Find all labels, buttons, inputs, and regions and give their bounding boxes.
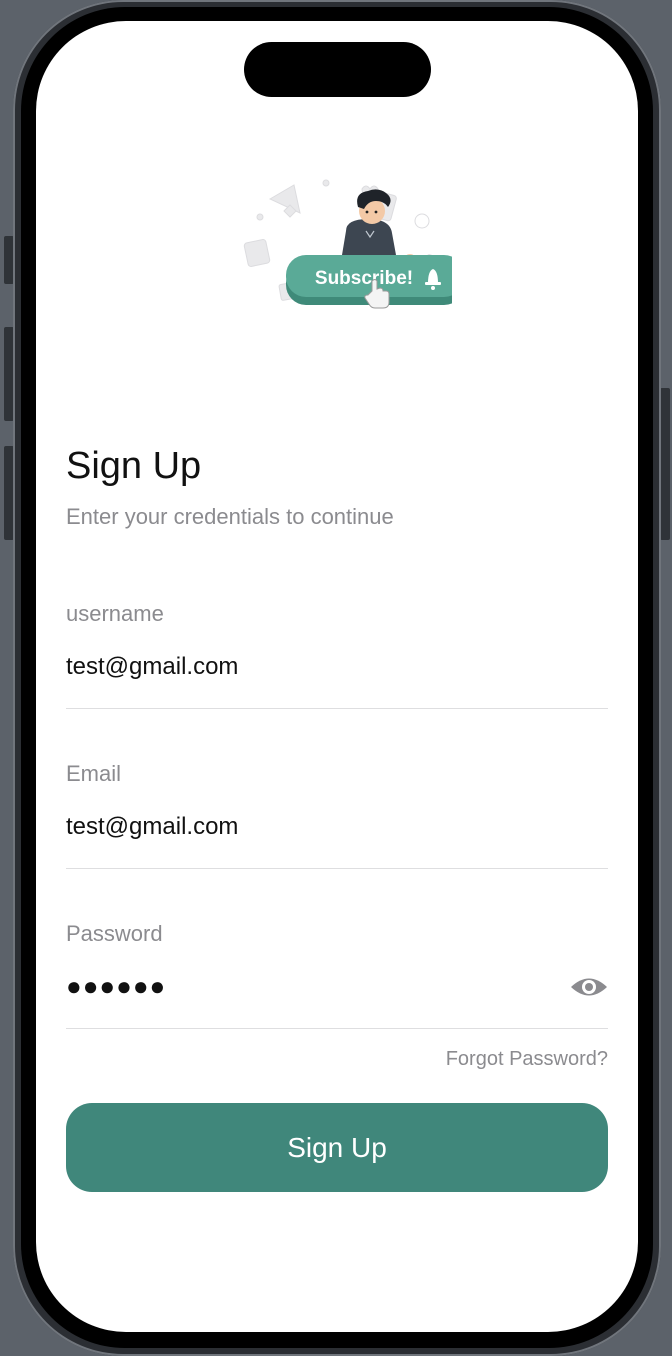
subscribe-illustration: Subscribe! — [243, 179, 452, 309]
sign-up-button[interactable]: Sign Up — [66, 1103, 608, 1192]
eye-icon[interactable] — [570, 974, 608, 1000]
app-screen: Subscribe! Sign Up Enter your credential… — [36, 21, 638, 1332]
password-label: Password — [66, 921, 163, 946]
forgot-password-link[interactable]: Forgot Password? — [446, 1048, 608, 1071]
megaphone-doodle — [268, 184, 301, 214]
page-subtitle: Enter your credentials to continue — [66, 504, 394, 529]
subscribe-badge-text: Subscribe! — [315, 268, 413, 289]
username-label: username — [66, 601, 164, 626]
username-field[interactable]: test@gmail.com — [66, 653, 238, 681]
dynamic-island — [244, 42, 431, 97]
email-field[interactable]: test@gmail.com — [66, 813, 238, 841]
username-divider — [66, 708, 608, 709]
password-divider — [66, 1028, 608, 1029]
power-button — [660, 388, 670, 540]
email-divider — [66, 868, 608, 869]
page-title: Sign Up — [66, 445, 202, 487]
password-field[interactable]: ●●●●●● — [66, 971, 166, 1002]
email-label: Email — [66, 761, 122, 786]
